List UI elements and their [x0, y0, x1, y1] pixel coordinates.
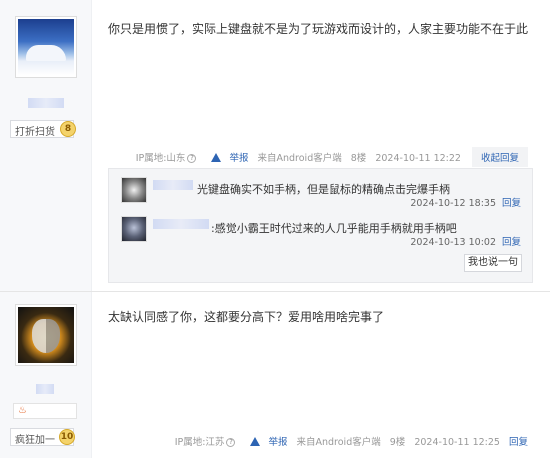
sub-reply-username-blurred[interactable] [153, 180, 193, 190]
floor-number: 8楼 [350, 153, 367, 164]
reply-button[interactable]: 回复 [509, 437, 528, 448]
sub-reply-button[interactable]: 回复 [502, 237, 521, 248]
client-label: 来自Android客户端 [257, 153, 342, 164]
report-link[interactable]: 举报 [244, 437, 287, 448]
warning-triangle-icon [250, 437, 261, 446]
username-blurred[interactable] [28, 98, 64, 108]
client-label: 来自Android客户端 [296, 437, 381, 448]
sub-reply-box: 光键盘确实不如手柄，但是鼠标的精确点击完爆手柄 2024-10-12 18:35… [108, 168, 533, 283]
sub-reply-time: 2024-10-12 18:35 [410, 198, 496, 209]
post-content: 你只是用惯了，实际上键盘就不是为了玩游戏而设计的，人家主要功能不在于此 [108, 22, 529, 36]
sub-reply-avatar[interactable] [121, 177, 147, 203]
user-sidebar: ♨ 疯狂加一 10 [0, 292, 92, 458]
post-meta: IP属地:山东? 举报 来自Android客户端 8楼 2024-10-11 1… [130, 147, 528, 167]
report-link[interactable]: 举报 [205, 153, 248, 164]
avatar-image [18, 307, 74, 363]
sub-reply-button[interactable]: 回复 [502, 198, 521, 209]
report-label: 举报 [229, 153, 249, 164]
user-sidebar: 打折扫货 8 [0, 0, 92, 291]
question-circle-icon[interactable]: ? [226, 438, 236, 447]
flame-icon: ♨ [18, 405, 27, 416]
level-badge: 10 [59, 429, 75, 445]
ip-location: IP属地:山东 [135, 153, 186, 164]
level-badge: 8 [60, 121, 76, 137]
badge-label: 疯狂加一 [15, 435, 55, 446]
sub-reply-username-blurred[interactable] [153, 219, 209, 229]
say-something-button[interactable]: 我也说一句 [464, 254, 522, 272]
flame-badge[interactable]: ♨ [13, 403, 77, 419]
post-time: 2024-10-11 12:22 [375, 153, 461, 164]
sub-reply-avatar[interactable] [121, 216, 147, 242]
avatar-image [18, 19, 74, 75]
floor-number: 9楼 [389, 437, 406, 448]
post-floor-8: 打折扫货 8 你只是用惯了，实际上键盘就不是为了玩游戏而设计的，人家主要功能不在… [0, 0, 550, 292]
badge-label: 打折扫货 [15, 127, 55, 138]
username-blurred[interactable] [36, 384, 54, 394]
sub-reply-time: 2024-10-13 10:02 [410, 237, 496, 248]
report-label: 举报 [268, 437, 288, 448]
post-content: 太缺认同感了你，这都要分高下？爱用啥用啥完事了 [108, 310, 385, 324]
post-time: 2024-10-11 12:25 [414, 437, 500, 448]
avatar[interactable] [15, 16, 77, 78]
ip-location: IP属地:江苏 [174, 437, 225, 448]
avatar[interactable] [15, 304, 77, 366]
post-floor-9: ♨ 疯狂加一 10 太缺认同感了你，这都要分高下？爱用啥用啥完事了 IP属地:江… [0, 292, 550, 458]
collapse-replies-button[interactable]: 收起回复 [471, 147, 528, 167]
question-circle-icon[interactable]: ? [187, 154, 197, 163]
sub-reply-meta: 2024-10-13 10:02 回复 [410, 234, 521, 248]
sub-reply-meta: 2024-10-12 18:35 回复 [410, 195, 521, 209]
post-meta: IP属地:江苏? 举报 来自Android客户端 9楼 2024-10-11 1… [169, 434, 528, 448]
warning-triangle-icon [211, 153, 222, 162]
